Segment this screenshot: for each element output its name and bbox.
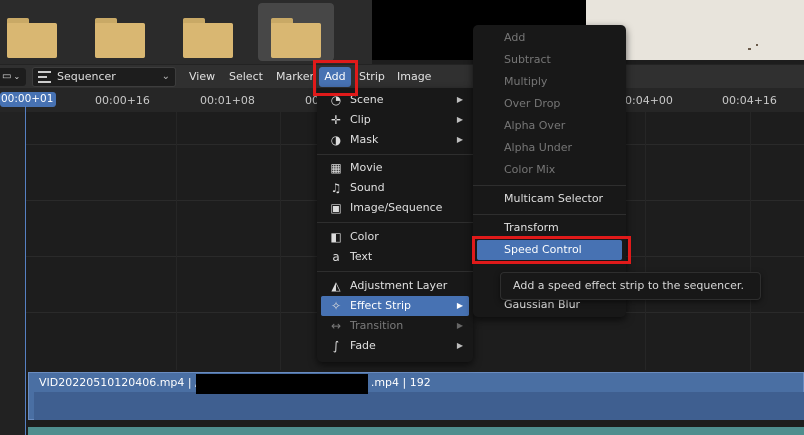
effect-item-add[interactable]: Add [477,28,622,48]
add-dropdown-menu: ◔ Scene ▶ ✛ Clip ▶ ◑ Mask ▶ ▦ Movie ♫ Sound ▣ Ima… [317,88,473,362]
effect-icon: ✧ [330,299,342,313]
mask-icon: ◑ [330,133,342,147]
effect-item-multicam-selector[interactable]: Multicam Selector [477,189,622,209]
highlight-box-add [313,60,358,96]
image-icon: ▣ [330,201,342,215]
color-icon: ◧ [330,230,342,244]
fade-icon: ∫ [332,339,340,353]
folder-item[interactable] [170,3,246,61]
menu-select[interactable]: Select [229,65,263,89]
effect-item-over-drop[interactable]: Over Drop [477,94,622,114]
strip-content [34,392,804,420]
folder-item[interactable] [0,3,70,61]
ruler-tick: 00:04+16 [722,94,777,107]
submenu-arrow-icon: ▶ [456,301,463,310]
file-browser [0,0,372,64]
menu-item-mask[interactable]: ◑ Mask ▶ [321,130,469,150]
menu-item-clip[interactable]: ✛ Clip ▶ [321,110,469,130]
chevron-down-icon: ⌄ [13,72,21,81]
channel-region [0,112,25,435]
folder-item[interactable] [82,3,158,61]
mode-label: Sequencer [57,70,116,83]
ruler-tick: 00:04+00 [618,94,673,107]
submenu-arrow-icon: ▶ [456,115,463,124]
effect-item-transform[interactable]: Transform [477,218,622,238]
menu-item-effect-strip[interactable]: ✧ Effect Strip ▶ [321,296,469,316]
redaction-box [196,374,368,394]
effect-item-alpha-over[interactable]: Alpha Over [477,116,622,136]
menu-item-adjustment-layer[interactable]: ◭ Adjustment Layer [321,276,469,296]
transition-icon: ↔ [330,319,342,333]
effect-item-alpha-under[interactable]: Alpha Under [477,138,622,158]
folder-icon [271,18,321,58]
clip-icon: ✛ [330,113,342,127]
text-icon: a [332,250,340,264]
movie-icon: ▦ [330,161,342,175]
menu-item-sound[interactable]: ♫ Sound [321,178,469,198]
ruler-tick: 00:00+16 [95,94,150,107]
menu-view[interactable]: View [189,65,215,89]
menu-item-transition[interactable]: ↔ Transition ▶ [321,316,469,336]
folder-item-selected[interactable] [258,3,334,61]
editor-type-button[interactable]: ▭ ⌄ [0,68,26,86]
menu-strip[interactable]: Strip [359,65,385,89]
playhead-line [25,106,26,435]
chevron-down-icon: ⌄ [161,71,170,82]
folder-icon [95,18,145,58]
effect-item-subtract[interactable]: Subtract [477,50,622,70]
effect-item-color-mix[interactable]: Color Mix [477,160,622,180]
sequencer-icon [38,71,51,83]
editor-header: ▭ ⌄ Sequencer ⌄ View Select Marker Add St… [0,64,804,88]
menu-item-movie[interactable]: ▦ Movie [321,158,469,178]
submenu-arrow-icon: ▶ [456,341,463,350]
sound-icon: ♫ [330,181,342,195]
current-frame-indicator[interactable]: 00:00+01 [0,92,56,107]
sound-strip[interactable] [28,427,804,435]
menu-image[interactable]: Image [397,65,431,89]
submenu-arrow-icon: ▶ [456,135,463,144]
menu-marker[interactable]: Marker [276,65,314,89]
submenu-arrow-icon: ▶ [456,321,463,330]
menu-item-fade[interactable]: ∫ Fade ▶ [321,336,469,356]
submenu-arrow-icon: ▶ [456,95,463,104]
menu-item-text[interactable]: a Text [321,247,469,267]
adjustment-icon: ◭ [331,279,341,293]
effect-item-multiply[interactable]: Multiply [477,72,622,92]
film-icon: ▭ [2,71,12,82]
ruler-tick: 00:01+08 [200,94,255,107]
highlight-box-speed-control [472,236,631,264]
folder-icon [7,18,57,58]
folder-icon [183,18,233,58]
tooltip: Add a speed effect strip to the sequence… [500,272,761,300]
menu-item-color[interactable]: ◧ Color [321,227,469,247]
sequencer-mode-select[interactable]: Sequencer ⌄ [32,67,176,87]
menu-item-image-sequence[interactable]: ▣ Image/Sequence [321,198,469,218]
